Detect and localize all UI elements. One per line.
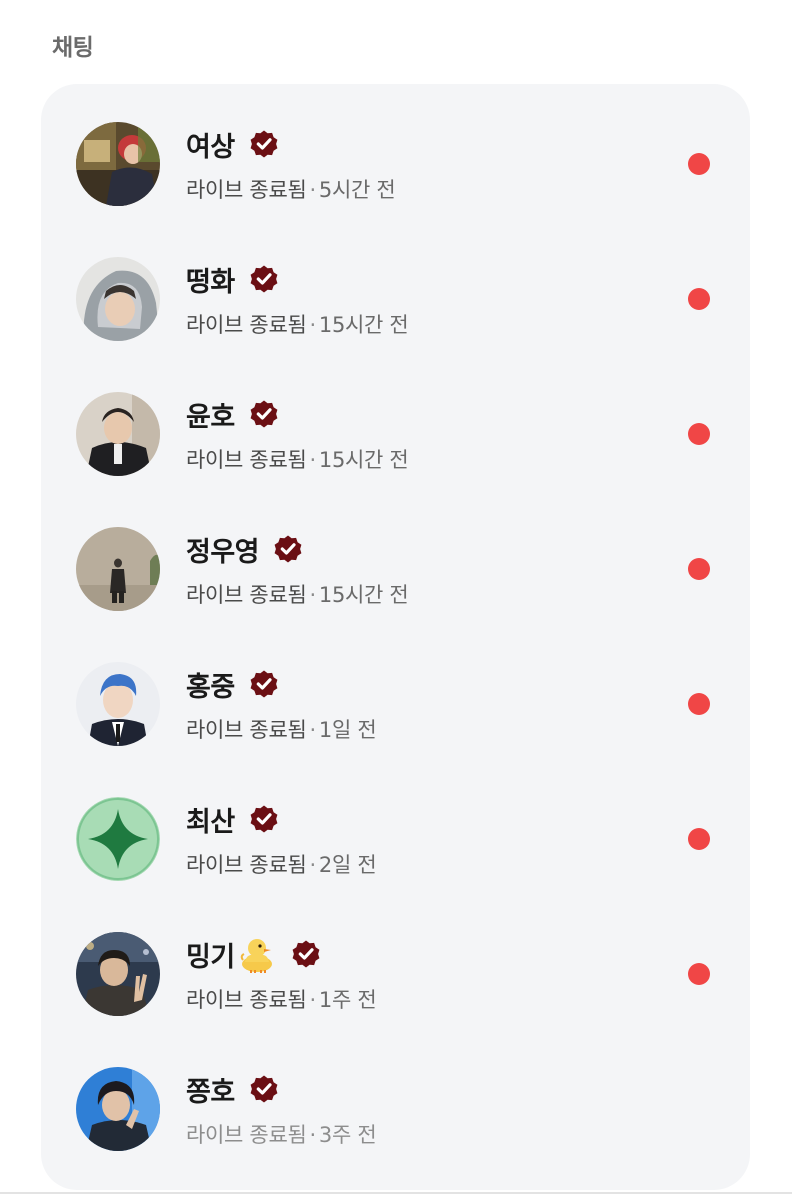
verified-badge-icon [289,937,323,971]
unread-dot [688,963,710,985]
chat-list: 여상 라이브 종료됨 · 5시간 전 떵화 라이브 종료됨 · 15시간 전 윤… [41,84,750,1190]
separator-dot: · [309,853,317,877]
unread-dot [688,693,710,715]
chat-row-2[interactable]: 떵화 라이브 종료됨 · 15시간 전 [41,219,750,341]
live-status-text: 라이브 종료됨 [186,988,307,1012]
separator-dot: · [309,583,317,607]
last-active-time: 15시간 전 [318,583,409,607]
name-line: 최산 [186,799,281,839]
chat-status: 라이브 종료됨 · 15시간 전 [186,579,409,609]
avatar[interactable] [76,392,160,476]
chat-row-7[interactable]: 밍기 라이브 종료됨 · 1주 전 [41,894,750,1016]
avatar[interactable] [76,1067,160,1151]
section-title: 채팅 [52,35,94,61]
name-line: 윤호 [186,394,281,434]
chat-status: 라이브 종료됨 · 15시간 전 [186,309,409,339]
unread-dot [688,828,710,850]
chat-status: 라이브 종료됨 · 3주 전 [186,1119,377,1149]
name-line: 밍기 [186,934,323,974]
chat-name: 홍중 [186,671,235,703]
chat-status: 라이브 종료됨 · 2일 전 [186,849,377,879]
chat-row-4[interactable]: 정우영 라이브 종료됨 · 15시간 전 [41,489,750,611]
last-active-time: 2일 전 [318,853,377,877]
last-active-time: 15시간 전 [318,313,409,337]
last-active-time: 1주 전 [318,988,377,1012]
live-status-text: 라이브 종료됨 [186,583,307,607]
chat-name: 윤호 [186,401,235,433]
avatar[interactable] [76,122,160,206]
separator-dot: · [309,718,317,742]
name-line: 홍중 [186,664,281,704]
chat-status: 라이브 종료됨 · 5시간 전 [186,174,396,204]
separator-dot: · [309,988,317,1012]
verified-badge-icon [247,397,281,431]
live-status-text: 라이브 종료됨 [186,178,307,202]
chat-row-1[interactable]: 여상 라이브 종료됨 · 5시간 전 [41,84,750,206]
avatar[interactable] [76,527,160,611]
name-line: 정우영 [186,529,305,569]
separator-dot: · [309,178,317,202]
name-line: 떵화 [186,259,281,299]
chat-name: 최산 [186,806,235,838]
separator-dot: · [309,448,317,472]
chat-name: 쫑호 [186,1076,235,1108]
separator-dot: · [309,1123,317,1147]
verified-badge-icon [247,127,281,161]
unread-dot [688,423,710,445]
name-line: 여상 [186,124,281,164]
chat-row-5[interactable]: 홍중 라이브 종료됨 · 1일 전 [41,624,750,746]
last-active-time: 5시간 전 [318,178,396,202]
unread-dot [688,153,710,175]
last-active-time: 1일 전 [318,718,377,742]
chat-status: 라이브 종료됨 · 1주 전 [186,984,377,1014]
verified-badge-icon [247,262,281,296]
avatar[interactable] [76,797,160,881]
chat-row-3[interactable]: 윤호 라이브 종료됨 · 15시간 전 [41,354,750,476]
chat-row-6[interactable]: 최산 라이브 종료됨 · 2일 전 [41,759,750,881]
separator-dot: · [309,313,317,337]
chat-status: 라이브 종료됨 · 1일 전 [186,714,377,744]
chat-status: 라이브 종료됨 · 15시간 전 [186,444,409,474]
chat-row-8[interactable]: 쫑호 라이브 종료됨 · 3주 전 [41,1029,750,1151]
verified-badge-icon [247,1072,281,1106]
chat-name: 떵화 [186,266,235,298]
divider [0,1192,792,1194]
avatar[interactable] [76,257,160,341]
chat-name: 정우영 [186,536,260,568]
verified-badge-icon [247,667,281,701]
avatar[interactable] [76,932,160,1016]
verified-badge-icon [271,532,305,566]
chat-name: 여상 [186,131,235,163]
avatar[interactable] [76,662,160,746]
name-line: 쫑호 [186,1069,281,1109]
live-status-text: 라이브 종료됨 [186,718,307,742]
unread-dot [688,558,710,580]
last-active-time: 15시간 전 [318,448,409,472]
last-active-time: 3주 전 [318,1123,377,1147]
live-status-text: 라이브 종료됨 [186,313,307,337]
unread-dot [688,288,710,310]
verified-badge-icon [247,802,281,836]
chat-name: 밍기 [186,941,235,973]
chick-emoji-icon [237,934,277,974]
live-status-text: 라이브 종료됨 [186,1123,307,1147]
live-status-text: 라이브 종료됨 [186,448,307,472]
live-status-text: 라이브 종료됨 [186,853,307,877]
